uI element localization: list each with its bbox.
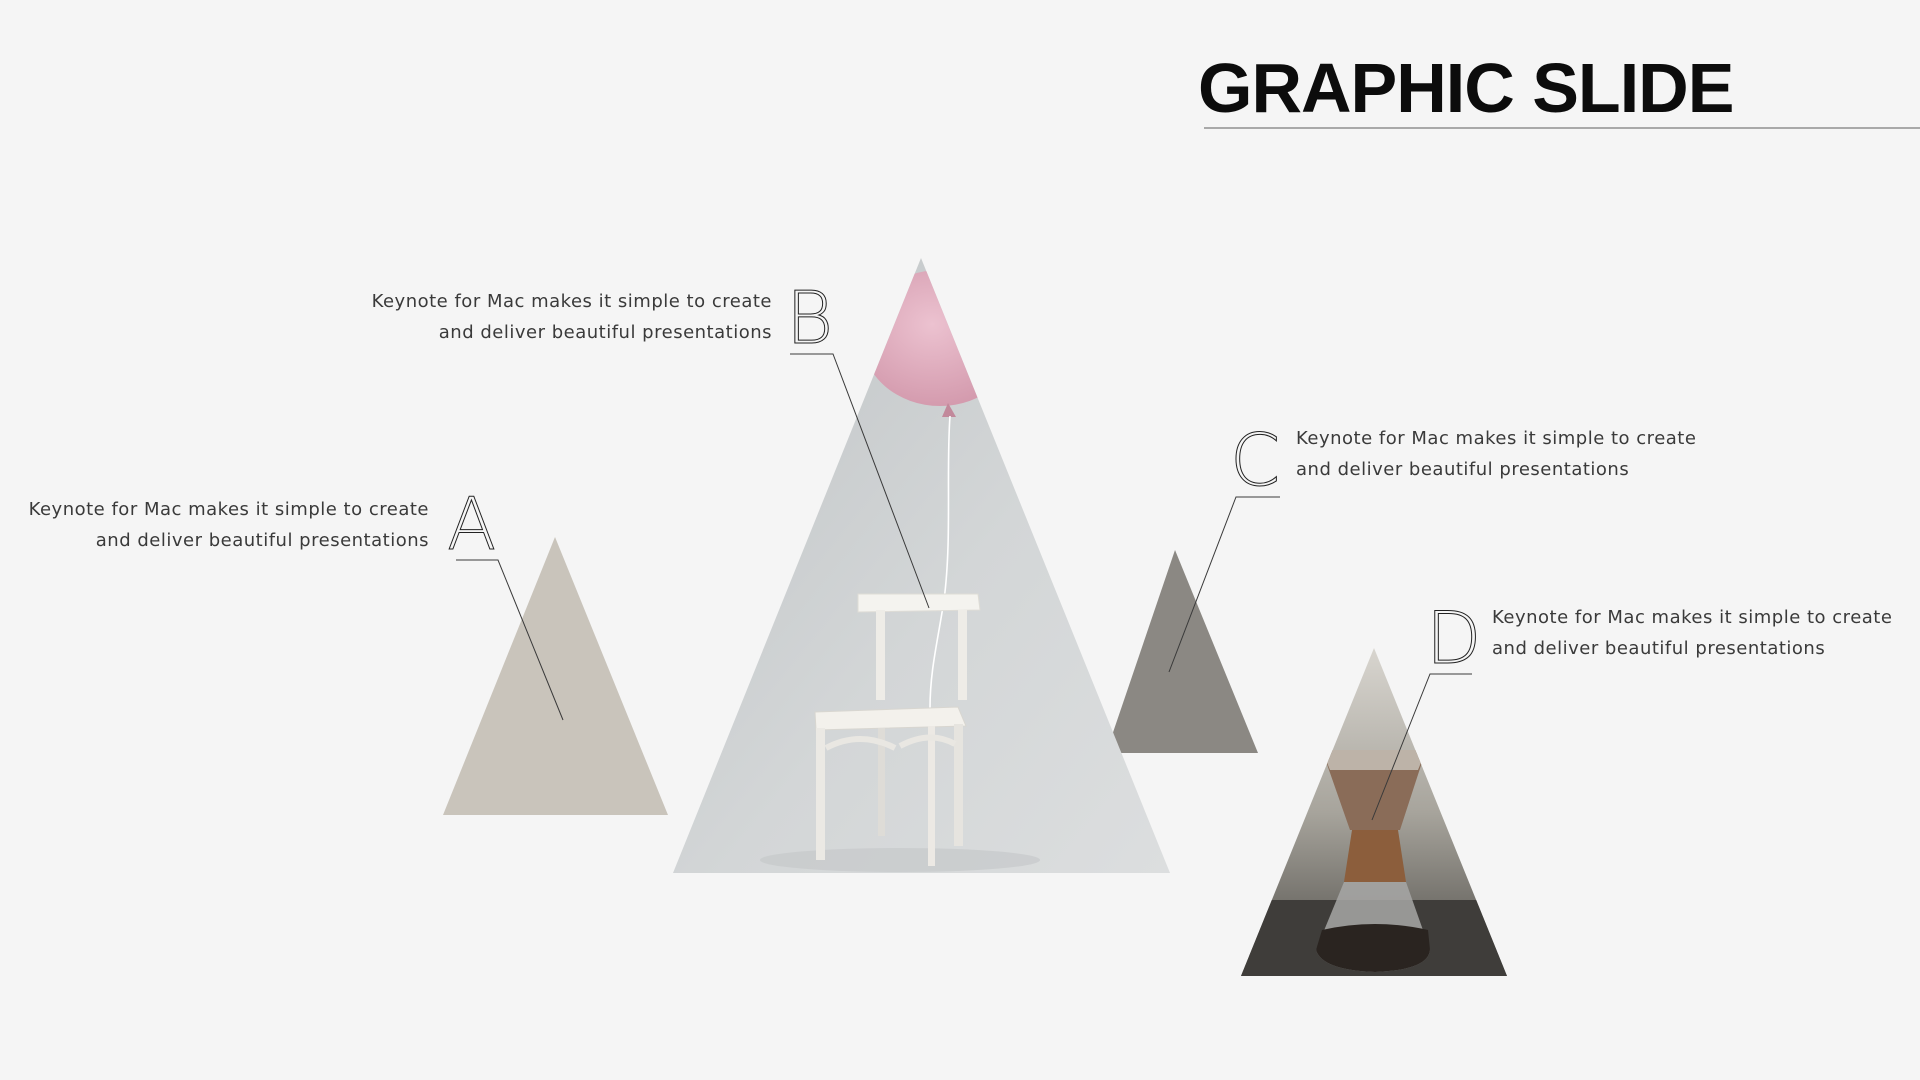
callout-d-line1: Keynote for Mac makes it simple to creat… [1492,607,1893,628]
triangle-a [443,537,668,815]
callout-a-line2: and deliver beautiful presentations [95,530,429,551]
triangle-c [1106,550,1258,753]
callout-letter-b: B [785,276,834,360]
coffee-maker-image [1241,648,1507,976]
callout-b-line1: Keynote for Mac makes it simple to creat… [371,291,772,312]
callout-a-line1: Keynote for Mac makes it simple to creat… [28,499,429,520]
callout-c-line1: Keynote for Mac makes it simple to creat… [1296,428,1697,449]
slide: GRAPHIC SLIDE A Keynote for Mac makes it… [0,0,1920,1080]
callout-text-d: Keynote for Mac makes it simple to creat… [1492,602,1920,664]
chair-balloon-image [673,258,1170,873]
callout-text-c: Keynote for Mac makes it simple to creat… [1296,423,1756,485]
callout-b-line2: and deliver beautiful presentations [438,322,772,343]
callout-text-b: Keynote for Mac makes it simple to creat… [312,286,772,348]
callout-text-a: Keynote for Mac makes it simple to creat… [0,494,429,556]
callout-c-line2: and deliver beautiful presentations [1296,459,1630,480]
callout-d-line2: and deliver beautiful presentations [1492,638,1826,659]
callout-letter-d: D [1425,596,1482,680]
callout-letter-a: A [446,482,497,566]
callout-letter-c: C [1229,418,1281,502]
